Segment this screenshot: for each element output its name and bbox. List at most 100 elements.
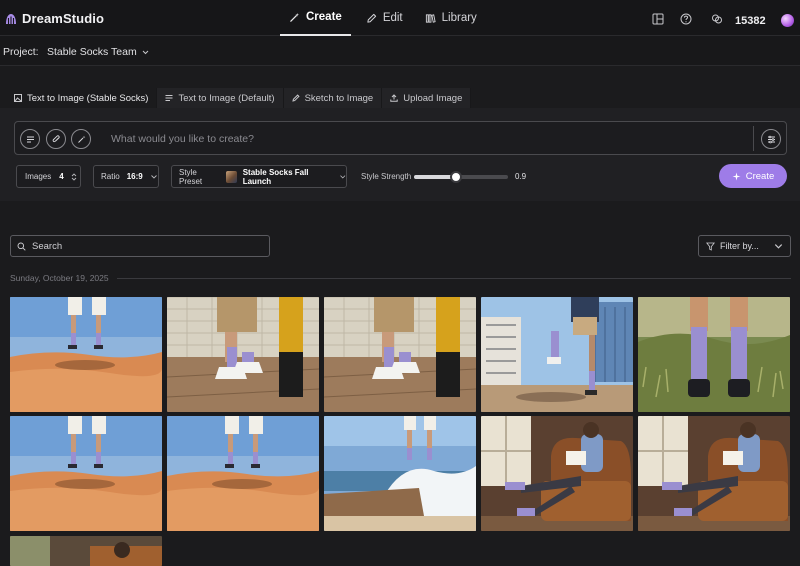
layout-icon[interactable] <box>652 13 664 25</box>
gallery-image[interactable] <box>481 297 633 412</box>
text-lines-icon <box>165 95 173 101</box>
nav-edit[interactable]: Edit <box>357 0 412 36</box>
gallery-image[interactable] <box>167 297 319 412</box>
tab-label: Text to Image (Default) <box>178 92 275 104</box>
gallery-image-graphic <box>167 297 319 412</box>
style-strength-value: 0.9 <box>515 172 527 181</box>
tab-text-to-image-default[interactable]: Text to Image (Default) <box>157 88 284 108</box>
app-name: DreamStudio <box>22 11 105 26</box>
chevron-down-icon <box>142 50 149 54</box>
gallery-image-graphic <box>10 416 162 531</box>
gallery-image-graphic <box>10 536 162 566</box>
pencil-icon <box>367 13 376 23</box>
filter-label: Filter by... <box>720 241 759 251</box>
search-icon <box>17 242 26 251</box>
chevron-down-icon <box>150 174 157 179</box>
main-nav: Create Edit Library <box>280 0 486 36</box>
generation-panel: Images 4 Ratio 16:9 Style Preset Stable … <box>0 108 800 201</box>
tab-upload-image[interactable]: Upload Image <box>382 88 472 108</box>
ratio-select[interactable]: Ratio 16:9 <box>93 165 159 188</box>
gallery-image-graphic <box>324 297 476 412</box>
nav-library-label: Library <box>441 12 477 24</box>
gallery-image[interactable] <box>481 416 633 531</box>
gallery-image[interactable] <box>167 416 319 531</box>
style-strength-label: Style Strength <box>361 172 412 181</box>
ratio-label: Ratio <box>101 172 120 181</box>
nav-create-label: Create <box>306 11 342 23</box>
credits-coin-icon[interactable] <box>711 13 723 25</box>
credits-count[interactable]: 15382 <box>735 15 766 27</box>
create-button-label: Create <box>745 170 775 182</box>
search-input[interactable] <box>32 240 262 252</box>
gallery-image[interactable] <box>10 297 162 412</box>
date-divider <box>116 277 791 279</box>
tab-sketch-to-image[interactable]: Sketch to Image <box>283 88 383 108</box>
nav-create[interactable]: Create <box>280 0 351 36</box>
gallery-image-graphic <box>324 416 476 531</box>
upload-icon <box>390 94 398 102</box>
attach-image-button[interactable] <box>46 129 66 149</box>
prompt-divider <box>753 126 754 151</box>
date-label: Sunday, October 19, 2025 <box>10 273 109 283</box>
images-count-stepper[interactable]: Images 4 <box>16 165 81 188</box>
sparkle-icon <box>732 172 741 180</box>
gallery-image-graphic <box>10 297 162 412</box>
gallery-image[interactable] <box>324 416 476 531</box>
project-bar: Project: Stable Socks Team <box>0 36 800 66</box>
images-value: 4 <box>59 172 64 181</box>
tab-text-to-image-stable-socks[interactable]: Text to Image (Stable Socks) <box>6 88 158 108</box>
stepper-arrows-icon[interactable] <box>71 172 77 182</box>
ratio-value: 16:9 <box>126 172 143 181</box>
project-selector[interactable]: Stable Socks Team <box>47 46 149 58</box>
prompt-library-button[interactable] <box>20 129 40 149</box>
project-name: Stable Socks Team <box>47 46 137 58</box>
images-label: Images <box>25 172 52 181</box>
date-group-header: Sunday, October 19, 2025 <box>10 272 791 284</box>
gallery-image[interactable] <box>10 416 162 531</box>
style-preset-value: Stable Socks Fall Launch <box>242 167 309 186</box>
library-icon <box>425 13 436 23</box>
style-preset-select[interactable]: Style Preset Stable Socks Fall Launch <box>171 165 347 188</box>
tab-label: Text to Image (Stable Socks) <box>27 92 149 104</box>
gallery-image-graphic <box>481 297 633 412</box>
tab-label: Sketch to Image <box>304 92 374 104</box>
mode-tabs: Text to Image (Stable Socks) Text to Ima… <box>6 88 472 108</box>
image-icon <box>14 94 22 102</box>
gallery-image[interactable] <box>10 536 162 566</box>
wand-icon <box>290 12 300 22</box>
gallery-image-graphic <box>481 416 633 531</box>
project-label: Project: <box>3 46 39 58</box>
gallery-image-graphic <box>167 416 319 531</box>
gallery-search <box>10 235 270 257</box>
user-avatar[interactable] <box>781 14 794 27</box>
style-preset-label: Style Preset <box>179 167 203 186</box>
dreamstudio-logo-icon <box>6 13 16 24</box>
help-icon[interactable] <box>680 13 692 25</box>
tab-label: Upload Image <box>403 92 463 104</box>
app-logo[interactable]: DreamStudio <box>4 11 104 26</box>
magic-wand-icon <box>77 135 85 143</box>
gallery-image-graphic <box>638 297 790 412</box>
nav-edit-label: Edit <box>382 12 403 24</box>
filter-dropdown[interactable]: Filter by... <box>698 235 791 257</box>
gallery-image[interactable] <box>638 297 790 412</box>
chevron-down-icon <box>774 243 783 249</box>
gallery-image[interactable] <box>324 297 476 412</box>
prompt-input[interactable] <box>111 131 741 147</box>
top-bar: DreamStudio Create Edit Library 15382 <box>0 0 800 36</box>
chevron-down-icon <box>340 174 346 179</box>
gallery-image[interactable] <box>638 416 790 531</box>
filter-icon <box>706 242 715 251</box>
paperclip-icon <box>52 134 60 142</box>
prompt-box <box>14 121 787 155</box>
slider-handle[interactable] <box>450 171 463 183</box>
prompt-list-icon <box>26 136 34 142</box>
create-button[interactable]: Create <box>719 164 787 188</box>
preset-thumbnail <box>225 170 237 183</box>
gallery-image-graphic <box>638 416 790 531</box>
advanced-settings-button[interactable] <box>761 129 781 149</box>
sliders-icon <box>767 135 775 143</box>
nav-library[interactable]: Library <box>416 0 486 36</box>
pencil-icon <box>291 94 300 102</box>
enhance-prompt-button[interactable] <box>71 129 91 149</box>
